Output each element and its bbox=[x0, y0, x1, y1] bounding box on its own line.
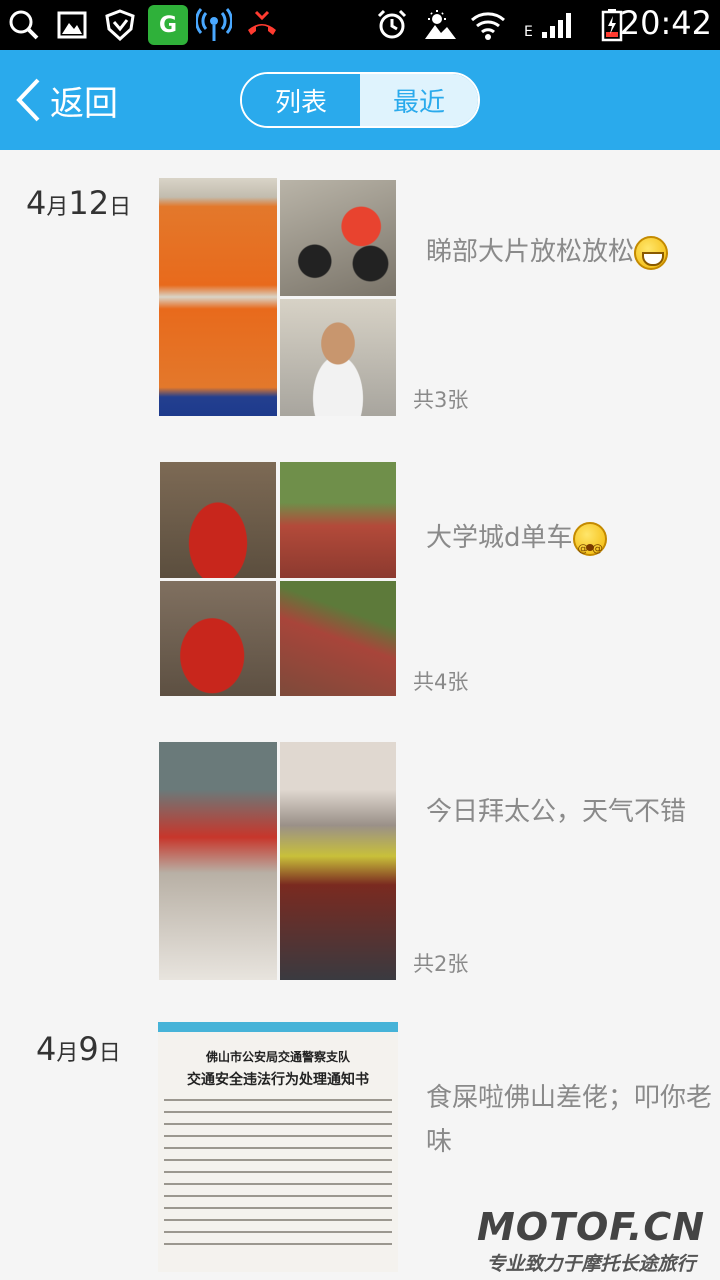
photo-grid[interactable] bbox=[158, 178, 398, 416]
post-caption: 大学城d单车 bbox=[426, 516, 716, 571]
motorbike-photo bbox=[280, 180, 396, 296]
search-icon bbox=[6, 7, 42, 43]
clock: 20:42 bbox=[619, 4, 712, 42]
back-button[interactable]: 返回 bbox=[14, 76, 118, 124]
cell-signal-icon bbox=[540, 7, 576, 43]
alarm-icon bbox=[374, 7, 410, 43]
app-green-icon: G bbox=[148, 5, 188, 45]
list-item[interactable]: 4月12日 睇部大片放松放松 共3张 bbox=[0, 150, 720, 430]
watermark-logo: MOTOF.CN bbox=[476, 1205, 706, 1249]
recent-feed: 4月12日 睇部大片放松放松 共3张 大学城d单车 共4张 今日拜太公，天气 bbox=[0, 150, 720, 1280]
photo-grid[interactable]: 佛山市公安局交通警察支队 交通安全违法行为处理通知书 bbox=[158, 1022, 398, 1272]
photo-grid[interactable] bbox=[158, 742, 398, 980]
notice-title: 交通安全违法行为处理通知书 bbox=[187, 1072, 369, 1088]
ticket-photo bbox=[159, 178, 277, 416]
bike-rows-photo bbox=[280, 462, 396, 578]
gallery-icon bbox=[54, 7, 90, 43]
photo-grid[interactable] bbox=[158, 462, 398, 696]
temple-photo bbox=[280, 742, 396, 980]
status-bar: G E 20:42 bbox=[0, 0, 720, 50]
bike-repair-photo bbox=[160, 581, 276, 696]
photo-count: 共4张 bbox=[413, 670, 469, 694]
date-label: 4月9日 bbox=[36, 1030, 121, 1068]
back-label: 返回 bbox=[50, 83, 118, 124]
app-header: 返回 列表 最近 bbox=[0, 50, 720, 150]
tab-recent[interactable]: 最近 bbox=[360, 74, 478, 126]
post-caption: 今日拜太公，天气不错 bbox=[426, 797, 687, 827]
notice-body bbox=[164, 1099, 392, 1249]
list-item[interactable]: 大学城d单车 共4张 bbox=[0, 432, 720, 714]
wifi-icon bbox=[470, 7, 506, 43]
missed-call-icon bbox=[244, 7, 280, 43]
weather-icon bbox=[422, 7, 458, 43]
view-toggle: 列表 最近 bbox=[240, 72, 480, 128]
wireless-signal-icon bbox=[196, 7, 232, 43]
post-caption: 食屎啦佛山差佬；叩你老味 bbox=[426, 1083, 713, 1157]
traffic-notice-photo: 佛山市公安局交通警察支队 交通安全违法行为处理通知书 bbox=[158, 1022, 398, 1272]
list-item[interactable]: 今日拜太公，天气不错 共2张 bbox=[0, 714, 720, 996]
photo-count: 共2张 bbox=[413, 952, 469, 976]
bike-repair-photo bbox=[160, 462, 276, 578]
post-caption: 睇部大片放松放松 bbox=[426, 230, 716, 274]
chevron-left-icon bbox=[16, 78, 40, 122]
watermark-slogan: 专业致力于摩托长途旅行 bbox=[486, 1253, 696, 1275]
selfie-photo bbox=[280, 299, 396, 416]
bike-rows-photo bbox=[280, 581, 396, 696]
watermark: MOTOF.CN 专业致力于摩托长途旅行 bbox=[466, 1205, 716, 1276]
shield-icon bbox=[102, 7, 138, 43]
photo-count: 共3张 bbox=[413, 388, 469, 412]
grin-emoji-icon bbox=[634, 235, 669, 270]
network-type: E bbox=[524, 24, 533, 40]
hall-photo bbox=[159, 742, 277, 980]
dizzy-emoji-icon bbox=[572, 521, 607, 571]
date-label: 4月12日 bbox=[26, 184, 132, 222]
tab-list[interactable]: 列表 bbox=[242, 74, 360, 126]
notice-org: 佛山市公安局交通警察支队 bbox=[205, 1050, 350, 1064]
